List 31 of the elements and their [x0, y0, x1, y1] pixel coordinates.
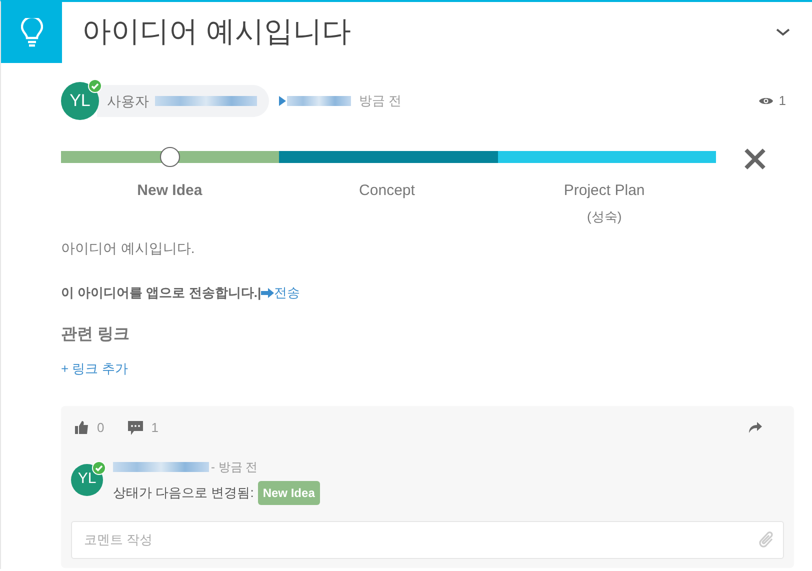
thumbs-up-icon[interactable]: [75, 421, 89, 434]
stage-label[interactable]: Project Plan: [564, 180, 645, 202]
view-count: 1: [778, 92, 786, 110]
author-label: 사용자: [107, 92, 149, 110]
related-links-heading: 관련 링크: [61, 324, 130, 344]
like-count: 0: [97, 419, 104, 437]
status-badge: New Idea: [258, 480, 320, 504]
idea-title: 아이디어 예시입니다: [82, 14, 352, 50]
user-avatar[interactable]: YL: [71, 464, 103, 496]
author-chip[interactable]: 사용자: [97, 85, 269, 117]
blurred-name: [287, 96, 351, 106]
status-change-text: 상태가 다음으로 변경됨:: [113, 484, 254, 502]
idea-description: 아이디어 예시입니다.: [61, 239, 196, 258]
paperclip-icon[interactable]: [759, 530, 775, 548]
arrow-right-icon: [261, 288, 274, 298]
chevron-down-icon[interactable]: [776, 28, 790, 37]
eye-icon: [758, 96, 773, 106]
comment-field[interactable]: 코멘트 작성: [71, 520, 784, 558]
transfer-link[interactable]: 전송: [261, 283, 300, 302]
user-avatar[interactable]: YL: [61, 82, 99, 120]
close-icon[interactable]: [744, 148, 766, 170]
post-time: 방금 전: [359, 92, 402, 110]
stage-label[interactable]: Concept: [359, 180, 415, 202]
transfer-text: 이 아이디어를 앱으로 전송합니다.|: [61, 284, 262, 302]
stage-label[interactable]: New Idea: [137, 180, 202, 202]
add-link[interactable]: + 링크 추가: [61, 360, 128, 376]
share-icon[interactable]: [749, 422, 762, 434]
stage-sublabel: (성숙): [586, 208, 622, 226]
comment-count: 1: [151, 419, 158, 437]
entry-time: - 방금 전: [211, 458, 258, 476]
comment-icon[interactable]: [128, 420, 144, 435]
